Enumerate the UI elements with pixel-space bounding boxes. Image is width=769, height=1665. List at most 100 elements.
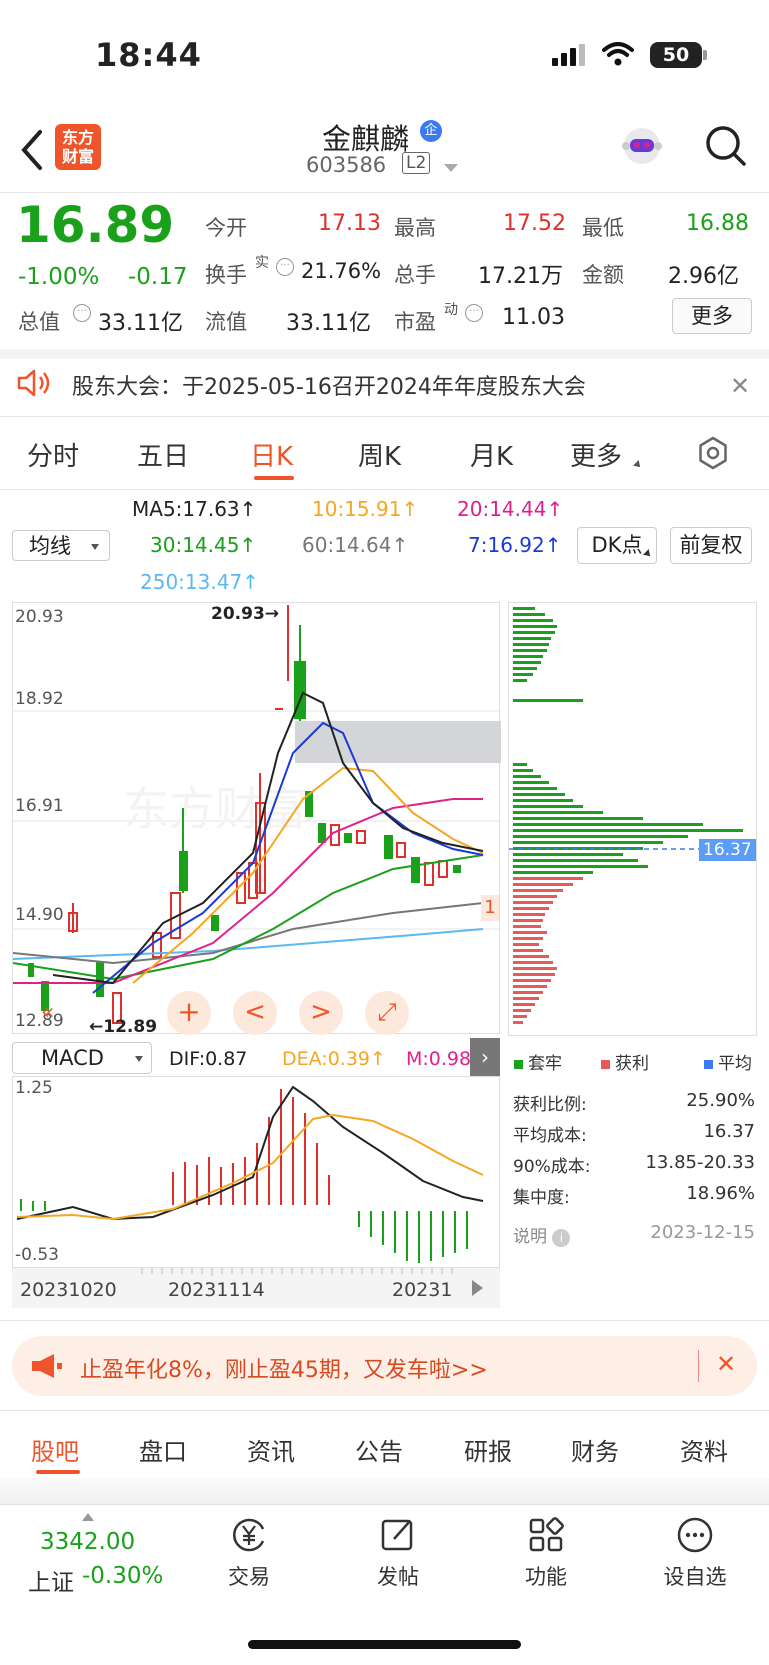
chevron-double-left-icon[interactable]: «: [41, 1001, 65, 1025]
wifi-icon: [602, 42, 634, 66]
info-icon[interactable]: ···: [73, 304, 91, 322]
adjust-button[interactable]: 前复权: [670, 527, 752, 564]
ma-selector-label: 均线: [29, 534, 71, 558]
chevron-down-icon[interactable]: [444, 164, 458, 172]
megaphone-icon: [30, 1352, 64, 1380]
tab-monthly-k[interactable]: 月K: [470, 436, 513, 473]
notice-text: 股东大会：于2025-05-16召开2024年年度股东大会: [72, 375, 586, 400]
chip-bars-green: [513, 607, 743, 874]
settings-gear-icon[interactable]: [696, 436, 730, 470]
indicator-selector[interactable]: MACD: [12, 1042, 152, 1074]
info-icon: i: [552, 1229, 571, 1247]
legend-profit: 获利: [601, 1049, 649, 1074]
dea-value: DEA:0.39↑: [282, 1048, 386, 1070]
close-icon[interactable]: ✕: [716, 1350, 736, 1378]
tab-announcements[interactable]: 公告: [355, 1432, 403, 1467]
tab-daily-k[interactable]: 日K: [250, 436, 293, 473]
enterprise-badge: 企: [420, 120, 442, 142]
expand-right-button[interactable]: ›: [470, 1038, 500, 1076]
dock-watchlist[interactable]: 设自选: [645, 1515, 745, 1591]
m-value: M:0.98: [406, 1048, 472, 1070]
dock-functions[interactable]: 功能: [496, 1515, 596, 1591]
amount-label: 金额: [582, 263, 624, 287]
chip-date: 2023-12-15: [650, 1222, 755, 1243]
float-value: 33.11亿: [286, 311, 371, 336]
app-logo[interactable]: 东方 财富: [55, 124, 101, 170]
tab-forum[interactable]: 股吧: [31, 1432, 79, 1467]
macd-y-top: 1.25: [15, 1078, 53, 1098]
ma250-value: 250:13.47↑: [140, 570, 259, 594]
logo-line2: 财富: [61, 147, 94, 166]
change-amount: -0.17: [128, 264, 188, 290]
y-tick-2: 18.92: [15, 689, 64, 709]
index-change[interactable]: -0.30%: [82, 1563, 163, 1589]
zoom-in-button[interactable]: +: [167, 991, 211, 1035]
tab-more[interactable]: 更多: [570, 436, 622, 473]
fullscreen-button[interactable]: ⤢: [365, 991, 409, 1035]
tab-orderbook[interactable]: 盘口: [139, 1432, 187, 1467]
close-icon[interactable]: ✕: [730, 372, 750, 400]
macd-lines: [16, 1085, 484, 1221]
stock-header: 东方 财富 金麒麟 企 603586 L2: [0, 110, 769, 192]
index-value[interactable]: 3342.00: [40, 1529, 135, 1555]
tab-profile[interactable]: 资料: [680, 1432, 728, 1467]
macd-bars-red: [172, 1089, 330, 1205]
low-marker: ←12.89: [89, 1017, 158, 1037]
tab-news[interactable]: 资讯: [247, 1432, 295, 1467]
high-value: 17.52: [503, 211, 566, 236]
dk-point-button[interactable]: DK点: [577, 527, 657, 564]
turnover-sup: 实: [255, 255, 269, 271]
back-arrow-icon[interactable]: [18, 128, 48, 172]
stock-name: 金麒麟: [322, 122, 410, 156]
open-label: 今开: [205, 216, 247, 240]
chip-distribution-chart[interactable]: 16.37: [508, 602, 757, 1036]
kline-chart[interactable]: 东方财富 20.93 18.92 16.91 14.90 12.89 20.93…: [12, 602, 501, 1037]
tab-five-day[interactable]: 五日: [137, 436, 189, 473]
kline-tag: 1: [481, 895, 499, 921]
ma7-value: 7:16.92↑: [468, 533, 562, 557]
concentration-label: 集中度:: [513, 1188, 570, 1208]
amount-value: 2.96亿: [668, 264, 739, 289]
level-badge[interactable]: L2: [402, 152, 431, 174]
volume-label: 总手: [394, 263, 436, 287]
play-right-icon[interactable]: [472, 1280, 483, 1296]
high-marker: 20.93→: [211, 604, 280, 624]
y-tick-4: 14.90: [15, 905, 64, 925]
note-label[interactable]: 说明 i: [513, 1222, 571, 1247]
tab-weekly-k[interactable]: 周K: [358, 436, 401, 473]
more-button[interactable]: 更多: [672, 298, 752, 334]
scroll-right-button[interactable]: >: [299, 991, 343, 1035]
tab-research[interactable]: 研报: [464, 1432, 512, 1467]
promo-text: 止盈年化8%，刚止盈45期，又发车啦>>: [80, 1358, 488, 1383]
pe-sup: 动: [444, 302, 458, 318]
x-label-2: 20231114: [168, 1279, 265, 1301]
scroll-left-button[interactable]: <: [233, 991, 277, 1035]
triangle-down-icon: [135, 1056, 143, 1062]
promo-banner[interactable]: 止盈年化8%，刚止盈45期，又发车啦>> ✕: [12, 1336, 757, 1396]
ma60-value: 60:14.64↑: [302, 533, 409, 557]
tab-financials[interactable]: 财务: [571, 1432, 619, 1467]
index-name[interactable]: 上证: [28, 1563, 74, 1597]
x-label-3: 20231: [392, 1279, 453, 1301]
info-icon[interactable]: ···: [465, 304, 483, 322]
dock-trade[interactable]: 交易: [199, 1515, 299, 1591]
macd-y-bottom: -0.53: [15, 1245, 59, 1265]
macd-chart[interactable]: 1.25 -0.53: [12, 1076, 500, 1268]
tab-intraday[interactable]: 分时: [27, 436, 79, 473]
turnover-value: 21.76%: [301, 259, 382, 283]
dock-post[interactable]: 发帖: [348, 1515, 448, 1591]
chip-bars-red: [513, 877, 583, 1024]
ma-selector[interactable]: 均线: [12, 530, 110, 561]
float-label: 流值: [205, 310, 247, 334]
high-label: 最高: [394, 216, 436, 240]
signal-icon: [552, 44, 586, 66]
dock-post-label: 发帖: [377, 1565, 419, 1589]
profit-ratio-value: 25.90%: [686, 1090, 755, 1111]
home-indicator: [248, 1640, 521, 1649]
info-icon[interactable]: ···: [276, 258, 294, 276]
avg-cost-value: 16.37: [703, 1121, 755, 1142]
robot-assistant-icon[interactable]: [618, 122, 666, 170]
pe-value: 11.03: [502, 305, 565, 330]
yen-cycle-icon: [229, 1515, 269, 1555]
search-icon[interactable]: [704, 124, 748, 168]
